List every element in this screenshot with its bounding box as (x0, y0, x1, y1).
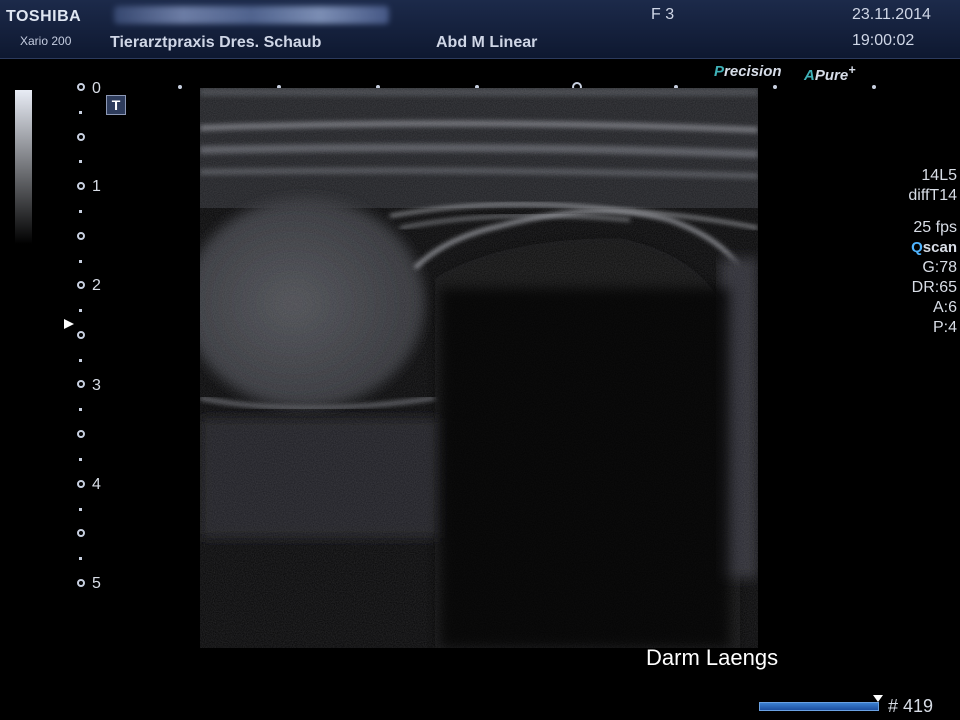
depth-minor-tick (79, 408, 82, 411)
gain-label: G:78 (922, 259, 957, 276)
header-bar: TOSHIBA Xario 200 Tierarztpraxis Dres. S… (0, 0, 960, 59)
depth-scale: 0 1 2 3 4 5 (70, 80, 110, 600)
depth-minor-tick (79, 309, 82, 312)
depth-tick (77, 232, 85, 240)
frame-indicator: F 3 (651, 6, 675, 23)
lateral-tick (773, 85, 777, 89)
precision-logo: Precision (714, 63, 782, 80)
depth-tick (77, 182, 85, 190)
a-label: A:6 (932, 299, 957, 316)
precision-rest: recision (724, 63, 782, 80)
model-label: Xario 200 (20, 34, 72, 48)
depth-label: 1 (92, 178, 101, 195)
patient-name-redacted (114, 6, 389, 24)
depth-minor-tick (79, 458, 82, 461)
qscan-rest: scan (922, 239, 957, 256)
fps-label: 25 fps (913, 219, 957, 236)
depth-tick (77, 480, 85, 488)
depth-tick (77, 380, 85, 388)
depth-minor-tick (79, 557, 82, 560)
focus-marker-icon[interactable] (64, 319, 74, 329)
qscan-q: Q (911, 239, 923, 256)
mode-label: diffT14 (908, 187, 957, 204)
ultrasound-image[interactable] (200, 88, 758, 648)
depth-minor-tick (79, 111, 82, 114)
depth-label: 0 (92, 80, 101, 97)
cine-progress-bar[interactable] (759, 702, 879, 711)
exam-date: 23.11.2014 (852, 6, 931, 23)
depth-label: 3 (92, 377, 101, 394)
precision-initial: P (714, 63, 725, 80)
lateral-tick (872, 85, 876, 89)
depth-label: 2 (92, 277, 101, 294)
depth-minor-tick (79, 260, 82, 263)
depth-tick (77, 529, 85, 537)
depth-minor-tick (79, 160, 82, 163)
preset-label: Abd M Linear (436, 34, 538, 51)
image-annotation: Darm Laengs (646, 645, 779, 670)
depth-minor-tick (79, 210, 82, 213)
clinic-name: Tierarztpraxis Dres. Schaub (110, 34, 322, 51)
apure-logo: APure+ (804, 63, 856, 84)
p-label: P:4 (932, 319, 957, 336)
depth-minor-tick (79, 359, 82, 362)
cine-position-marker-icon[interactable] (873, 695, 883, 702)
probe-label: 14L5 (921, 167, 957, 184)
depth-minor-tick (79, 508, 82, 511)
depth-tick (77, 331, 85, 339)
manufacturer-logo: TOSHIBA (6, 8, 82, 25)
qscan-label: Qscan (908, 238, 957, 258)
frame-count: # 419 (888, 696, 934, 716)
depth-tick (77, 579, 85, 587)
depth-tick (77, 281, 85, 289)
exam-time: 19:00:02 (852, 32, 915, 49)
depth-label: 5 (92, 575, 101, 592)
depth-tick (77, 83, 85, 91)
imaging-parameters: 14L5 diffT14 25 fps Qscan G:78 DR:65 A:6… (908, 166, 957, 338)
lateral-tick (178, 85, 182, 89)
text-tool-button[interactable]: T (106, 95, 126, 115)
dynamic-range-label: DR:65 (911, 279, 957, 296)
depth-tick (77, 133, 85, 141)
apure-rest: Pure (814, 67, 849, 84)
depth-tick (77, 430, 85, 438)
apure-plus: + (848, 63, 856, 77)
grayscale-bar (15, 90, 32, 244)
depth-label: 4 (92, 476, 101, 493)
apure-initial: A (804, 67, 815, 84)
